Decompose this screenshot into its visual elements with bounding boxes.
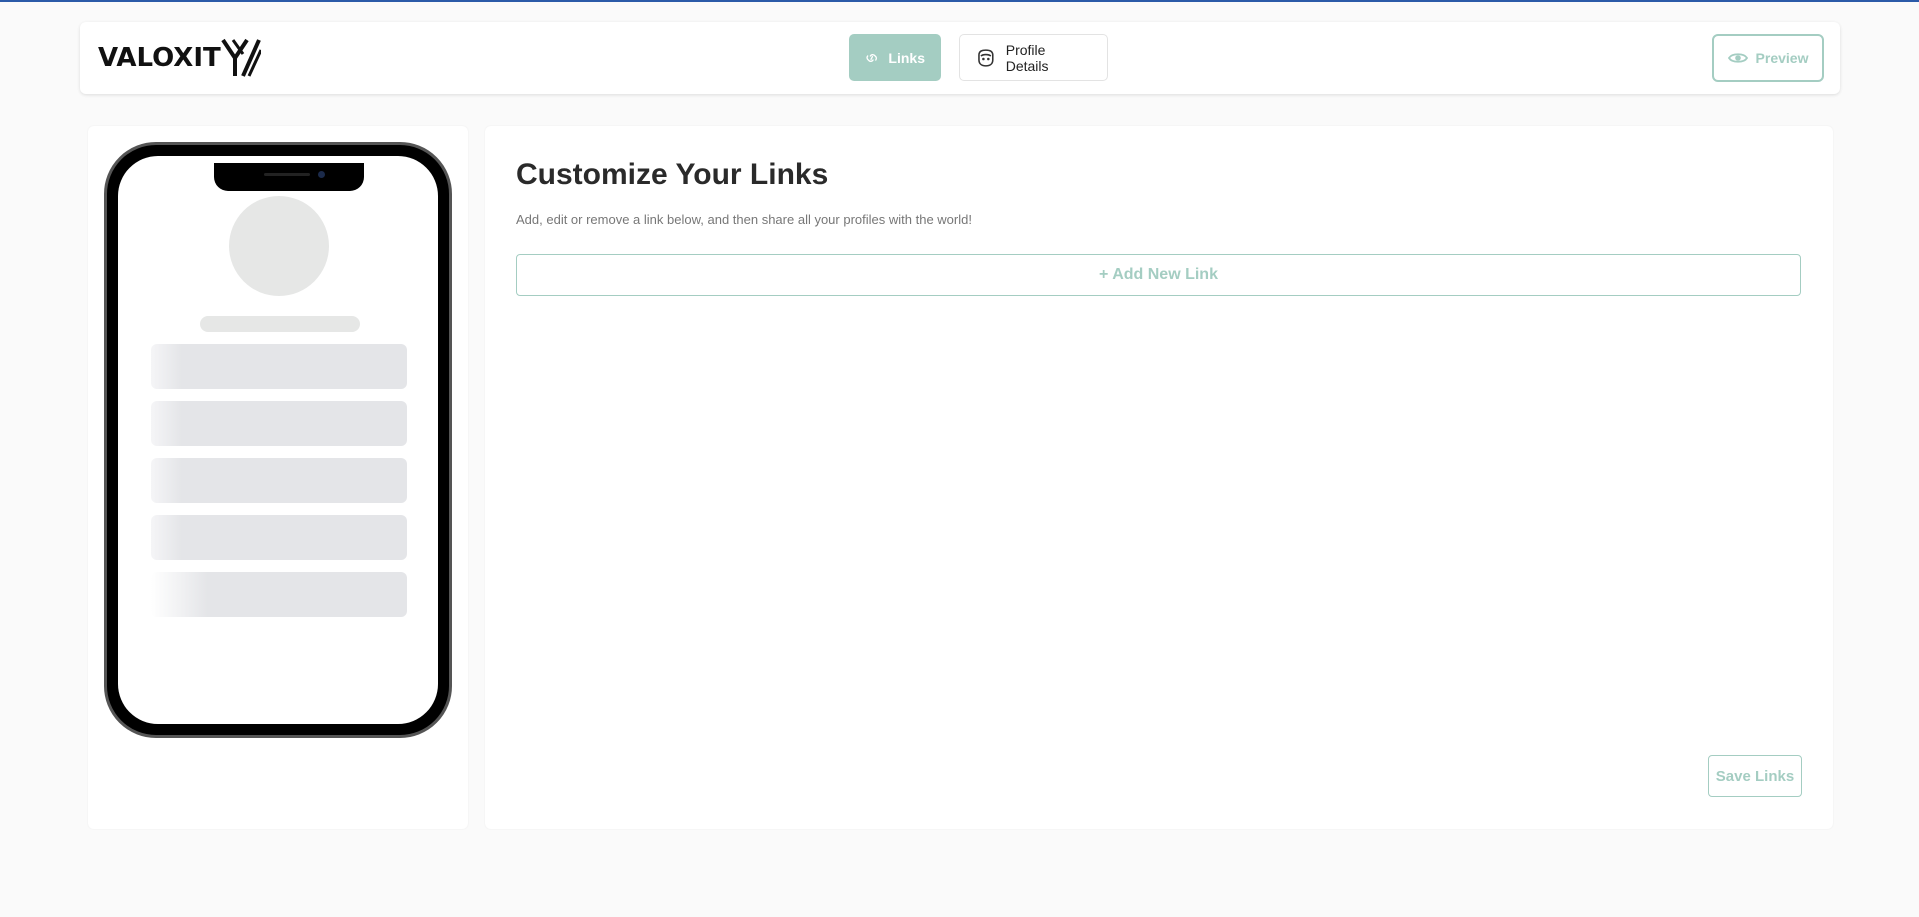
brand-logo[interactable]: VALOXIT bbox=[98, 36, 261, 80]
eye-icon bbox=[1727, 53, 1748, 63]
page-description: Add, edit or remove a link below, and th… bbox=[516, 212, 972, 227]
phone-screen bbox=[118, 156, 438, 724]
main-tabs: Links Profile Details bbox=[849, 34, 1108, 81]
save-links-button[interactable]: Save Links bbox=[1708, 755, 1802, 797]
links-editor-panel: Customize Your Links Add, edit or remove… bbox=[485, 126, 1833, 829]
add-new-link-button[interactable]: + Add New Link bbox=[516, 254, 1801, 296]
link-placeholder bbox=[151, 515, 407, 560]
phone-notch bbox=[214, 163, 364, 191]
phone-camera bbox=[318, 171, 325, 178]
brand-logo-mark bbox=[221, 38, 261, 77]
preview-button-label: Preview bbox=[1755, 50, 1809, 66]
tab-links-label: Links bbox=[888, 49, 925, 66]
link-placeholder bbox=[151, 458, 407, 503]
tab-links[interactable]: Links bbox=[849, 34, 941, 81]
link-icon bbox=[866, 53, 878, 62]
tab-profile-details-label: Profile Details bbox=[1005, 41, 1049, 74]
avatar-placeholder bbox=[229, 196, 329, 296]
link-placeholder bbox=[151, 572, 407, 617]
page-title: Customize Your Links bbox=[516, 158, 829, 191]
preview-button[interactable]: Preview bbox=[1712, 34, 1824, 82]
phone-mockup bbox=[104, 142, 452, 738]
phone-speaker bbox=[264, 173, 310, 176]
brand-name: VALOXIT bbox=[98, 43, 221, 73]
top-header: VALOXIT Links Profile Details Preview bbox=[80, 22, 1840, 94]
link-placeholder bbox=[151, 401, 407, 446]
tab-profile-details[interactable]: Profile Details bbox=[959, 34, 1108, 81]
link-placeholder bbox=[151, 344, 407, 389]
phone-preview-panel bbox=[88, 126, 468, 829]
profile-face-icon bbox=[978, 48, 994, 67]
name-placeholder bbox=[200, 316, 360, 332]
